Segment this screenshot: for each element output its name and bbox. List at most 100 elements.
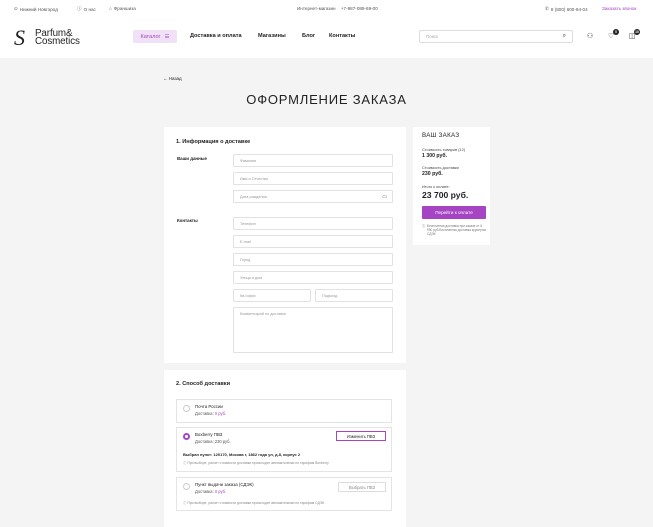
nav-delivery[interactable]: Доставка и оплата: [190, 33, 242, 39]
about-label: О нас: [83, 6, 96, 12]
logo-mark: S: [14, 25, 25, 50]
store-phone-number: +7-987-089-69-00: [340, 6, 378, 11]
comment-field[interactable]: Комментарий по доставке: [233, 307, 393, 353]
delivery-cost-value: 230 руб.: [422, 171, 443, 177]
about-link[interactable]: ⓘ О нас: [77, 6, 96, 12]
apartment-placeholder: Кв./офис: [240, 294, 256, 298]
name-field[interactable]: Имя и Отчество: [233, 172, 393, 185]
delivery-method-title: 2. Способ доставки: [176, 381, 231, 387]
radio-post[interactable]: [183, 405, 190, 412]
catalog-label: Каталог: [140, 33, 161, 40]
catalog-button[interactable]: Каталог ☰: [133, 30, 177, 43]
option-name: Boxberry ПВЗ: [195, 432, 223, 437]
page-title: ОФОРМЛЕНИЕ ЗАКАЗА: [246, 92, 407, 107]
callback-link[interactable]: Заказать звонок: [602, 6, 636, 11]
entrance-placeholder: Подъезд: [322, 294, 338, 298]
boxberry-note-text: При выборе, расчет стоимости доставки пр…: [187, 461, 329, 465]
apartment-field[interactable]: Кв./офис: [233, 289, 311, 302]
favorites-icon[interactable]: ♡ 0: [607, 29, 619, 41]
entrance-field[interactable]: Подъезд: [315, 289, 393, 302]
top-bar: ⊙ Нижний Новгород ⓘ О нас ⌂ Франшиза Интерн…: [0, 0, 653, 18]
cost-label: Доставка:: [195, 439, 214, 444]
total-value: 23 700 руб.: [422, 190, 469, 200]
store-label: Интернет-магазин: [297, 6, 336, 11]
pay-button[interactable]: Перейти к оплате: [422, 206, 486, 219]
info-icon: ⓘ: [77, 6, 82, 11]
cost-label: Доставка:: [195, 489, 214, 494]
change-pickup-button[interactable]: Изменить ПВЗ: [336, 431, 386, 441]
street-placeholder: Улица и дом: [240, 276, 262, 280]
birthdate-placeholder: Дата рождения: [240, 195, 267, 199]
order-summary-title: ВАШ ЗАКАЗ: [422, 132, 460, 139]
city-field[interactable]: Город: [233, 253, 393, 266]
selected-pickup-point: Выбран пункт: 120170, Москва г, 1862 год…: [183, 452, 301, 457]
city-label: Нижний Новгород: [19, 6, 58, 12]
search-icon[interactable]: ⌕: [563, 33, 566, 40]
delivery-option-boxberry[interactable]: Boxberry ПВЗ Доставка: 230 руб. Изменить…: [176, 427, 392, 472]
birthdate-field[interactable]: Дата рождения ▭: [233, 190, 393, 203]
store-phone[interactable]: Интернет-магазин +7-987-089-69-00: [297, 6, 378, 11]
phone-icon: ✆: [545, 6, 549, 11]
info-icon: ⓘ: [183, 461, 187, 465]
delivery-cost-label: Стоимость доставки: [422, 165, 459, 170]
info-icon: ⓘ: [422, 224, 426, 228]
name-placeholder: Имя и Отчество: [240, 177, 269, 181]
city-selector[interactable]: ⊙ Нижний Новгород: [14, 6, 58, 12]
radio-boxberry[interactable]: [183, 433, 190, 440]
cart-icon[interactable]: ◫ 10: [628, 29, 640, 41]
surname-field[interactable]: Фамилия: [233, 154, 393, 167]
nav-blog[interactable]: Блог: [302, 33, 315, 39]
logo-text: Parfum& Cosmetics: [35, 28, 80, 47]
cdek-note-text: При выборе, расчет стоимости доставки пр…: [187, 501, 325, 505]
franchise-label: Франшиза: [113, 6, 136, 11]
cost-value: 0 руб.: [214, 489, 227, 494]
goods-cost-label: Стоимость товаров (12): [422, 147, 466, 152]
boxberry-note: ⓘ При выборе, расчет стоимости доставки …: [183, 460, 329, 465]
nav-stores[interactable]: Магазины: [258, 33, 286, 39]
favorites-badge: 0: [613, 29, 619, 35]
contacts-label: Контакты: [177, 218, 198, 223]
user-icon[interactable]: ⚇: [586, 33, 594, 41]
location-pin-icon: ⊙: [14, 6, 18, 11]
goods-cost-value: 1 300 руб.: [422, 153, 448, 159]
cost-label: Доставка:: [195, 411, 214, 416]
cart-badge: 10: [634, 29, 640, 35]
order-summary-card: ВАШ ЗАКАЗ Стоимость товаров (12) 1 300 р…: [413, 127, 490, 245]
hotline-phone[interactable]: ✆ 8 (800) 600-94-04: [545, 6, 588, 12]
your-data-label: Ваши данные: [177, 156, 207, 161]
delivery-option-post[interactable]: Почта России Доставка: 0 руб.: [176, 399, 392, 423]
search-input[interactable]: Поиск ⌕: [419, 30, 573, 43]
option-name: Пункт выдачи заказа (СДЭК): [195, 482, 254, 487]
email-placeholder: E-mail: [240, 240, 251, 244]
back-link[interactable]: ← Назад: [163, 76, 182, 81]
free-delivery-note-text: Бесплатная доставка при заказе от 6 990 …: [427, 224, 486, 236]
option-name: Почта России: [195, 404, 223, 409]
menu-icon: ☰: [164, 33, 170, 40]
search-placeholder: Поиск: [426, 34, 439, 39]
city-placeholder: Город: [240, 258, 251, 262]
free-delivery-note: ⓘ Бесплатная доставка при заказе от 6 990…: [422, 224, 486, 236]
delivery-option-cdek[interactable]: Пункт выдачи заказа (СДЭК) Доставка: 0 р…: [176, 477, 392, 511]
hotline-number: 8 (800) 600-94-04: [550, 6, 588, 12]
cost-value: 230 руб.: [214, 439, 231, 444]
comment-placeholder: Комментарий по доставке: [240, 312, 287, 316]
option-cost: Доставка: 0 руб.: [195, 411, 226, 416]
street-field[interactable]: Улица и дом: [233, 271, 393, 284]
choose-pickup-button[interactable]: Выбрать ПВЗ: [338, 482, 386, 492]
franchise-link[interactable]: ⌂ Франшиза: [109, 6, 136, 11]
radio-cdek[interactable]: [183, 483, 190, 490]
email-field[interactable]: E-mail: [233, 235, 393, 248]
option-cost: Доставка: 0 руб.: [195, 489, 226, 494]
logo-line-2: Cosmetics: [35, 36, 80, 47]
phone-field[interactable]: Телефон: [233, 217, 393, 230]
cost-value: 0 руб.: [214, 411, 227, 416]
nav-contacts[interactable]: Контакты: [329, 33, 355, 39]
option-cost: Доставка: 230 руб.: [195, 439, 231, 444]
header: S Parfum& Cosmetics Каталог ☰ Доставка и о…: [0, 18, 653, 58]
logo[interactable]: S Parfum& Cosmetics: [14, 25, 80, 50]
phone-placeholder: Телефон: [240, 222, 256, 226]
calendar-icon[interactable]: ▭: [382, 194, 387, 200]
cdek-note: ⓘ При выборе, расчет стоимости доставки …: [183, 500, 324, 505]
info-icon: ⓘ: [183, 501, 187, 505]
delivery-info-title: 1. Информация о доставке: [176, 139, 251, 145]
